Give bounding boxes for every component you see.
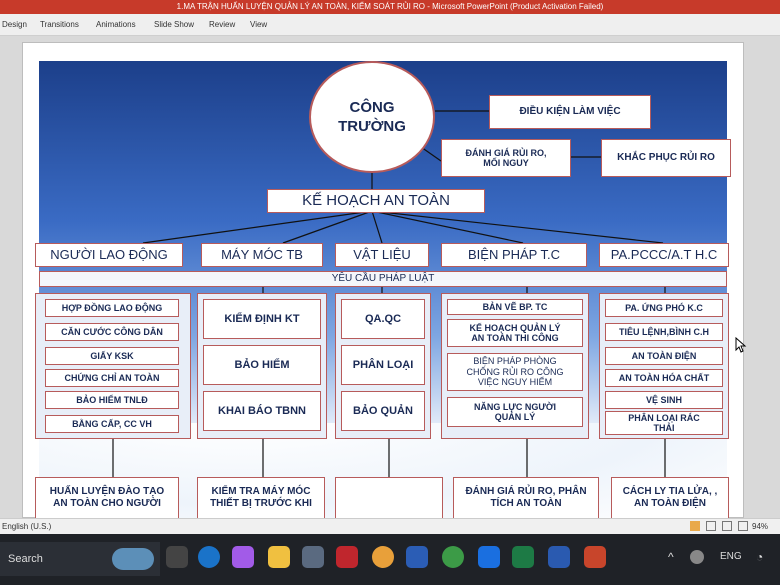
tab-design[interactable]: Design: [2, 20, 27, 29]
category-materials: VẬT LIỆU: [335, 243, 429, 267]
workers-item: HỢP ĐỒNG LAO ĐỘNG: [45, 299, 179, 317]
bottom-box-machinery: KIỂM TRA MÁY MÓC THIẾT BỊ TRƯỚC KHI: [197, 477, 325, 519]
tab-transitions[interactable]: Transitions: [40, 20, 79, 29]
search-highlight-icon: [112, 548, 154, 570]
wifi-icon[interactable]: ◔: [756, 550, 763, 564]
search-label: Search: [8, 553, 43, 565]
fire-safety-item: PA. ỨNG PHÓ K.C: [605, 299, 723, 317]
legal-requirements-bar: YÊU CẦU PHÁP LUẬT: [39, 271, 727, 287]
fire-safety-item: AN TOÀN ĐIỆN: [605, 347, 723, 365]
category-machinery: MÁY MÓC TB: [201, 243, 323, 267]
tab-view[interactable]: View: [250, 20, 267, 29]
reading-view-icon[interactable]: [722, 521, 732, 531]
tab-slideshow[interactable]: Slide Show: [154, 20, 194, 29]
status-bar: English (U.S.) 94%: [0, 518, 780, 534]
teams-icon[interactable]: [406, 546, 428, 568]
slideshow-view-icon[interactable]: [738, 521, 748, 531]
mcafee-icon[interactable]: [336, 546, 358, 568]
app-icon[interactable]: [442, 546, 464, 568]
workers-item: CHỨNG CHỈ AN TOÀN: [45, 369, 179, 387]
chrome-icon[interactable]: [372, 546, 394, 568]
methods-item: BẢN VẼ BP. TC: [447, 299, 583, 315]
store-icon[interactable]: [302, 546, 324, 568]
machinery-item: KHAI BÁO TBNN: [203, 391, 321, 431]
fire-safety-item: TIÊU LỆNH,BÌNH C.H: [605, 323, 723, 341]
edge-icon[interactable]: [198, 546, 220, 568]
copilot-icon[interactable]: [232, 546, 254, 568]
workers-item: BẢO HIỂM TNLĐ: [45, 391, 179, 409]
tab-animations[interactable]: Animations: [96, 20, 136, 29]
risk-remedy-box: KHẮC PHỤC RỦI RO: [601, 139, 731, 177]
cloud-icon[interactable]: [690, 550, 704, 564]
file-explorer-icon[interactable]: [268, 546, 290, 568]
powerpoint-icon[interactable]: [584, 546, 606, 568]
category-workers: NGƯỜI LAO ĐỘNG: [35, 243, 183, 267]
methods-item: BIỆN PHÁP PHÒNG CHỐNG RỦI RO CÔNG VIỆC N…: [447, 353, 583, 391]
methods-item: KẾ HOẠCH QUẢN LÝ AN TOÀN THI CÔNG: [447, 319, 583, 347]
language-switch[interactable]: ENG: [720, 551, 742, 562]
materials-item: PHÂN LOẠI: [341, 345, 425, 385]
word-icon[interactable]: [548, 546, 570, 568]
task-view-icon[interactable]: [166, 546, 188, 568]
language-indicator[interactable]: English (U.S.): [2, 522, 51, 531]
root-node: CÔNG TRƯỜNG: [309, 61, 435, 173]
chevron-up-icon[interactable]: ^: [668, 550, 674, 564]
window-title: 1.MA TRẬN HUẤN LUYỆN QUẢN LÝ AN TOÀN, KI…: [0, 0, 780, 14]
ribbon-tabs: Design Transitions Animations Slide Show…: [0, 14, 780, 36]
slide-sorter-icon[interactable]: [706, 521, 716, 531]
workers-item: CĂN CƯỚC CÔNG DÂN: [45, 323, 179, 341]
working-conditions-box: ĐIỀU KIỆN LÀM VIỆC: [489, 95, 651, 129]
normal-view-icon[interactable]: [690, 521, 700, 531]
category-methods: BIỆN PHÁP T.C: [441, 243, 587, 267]
taskbar: Search ^ ENG ◔: [0, 534, 780, 585]
bottom-box-fire-safety: CÁCH LY TIA LỬA, , AN TOÀN ĐIỆN: [611, 477, 729, 519]
slide-canvas[interactable]: CÔNG TRƯỜNG ĐIỀU KIỆN LÀM VIỆC ĐÁNH GIÁ …: [22, 42, 747, 519]
fire-safety-item: PHÂN LOẠI RÁC THẢI: [605, 411, 723, 435]
methods-item: NĂNG LỰC NGƯỜI QUẢN LÝ: [447, 397, 583, 427]
materials-item: QA.QC: [341, 299, 425, 339]
bottom-box-workers: HUẤN LUYỆN ĐÀO TẠO AN TOÀN CHO NGƯỜI: [35, 477, 179, 519]
fire-safety-item: AN TOÀN HÓA CHẤT: [605, 369, 723, 387]
machinery-item: KIỂM ĐỊNH KT: [203, 299, 321, 339]
tab-review[interactable]: Review: [209, 20, 235, 29]
zalo-icon[interactable]: [478, 546, 500, 568]
slide-workspace: CÔNG TRƯỜNG ĐIỀU KIỆN LÀM VIỆC ĐÁNH GIÁ …: [0, 36, 780, 519]
materials-item: BẢO QUẢN: [341, 391, 425, 431]
safety-plan-box: KẾ HOẠCH AN TOÀN: [267, 189, 485, 213]
search-box[interactable]: Search: [0, 542, 160, 576]
bottom-box-methods: ĐÁNH GIÁ RỦI RO, PHÂN TÍCH AN TOÀN: [453, 477, 599, 519]
fire-safety-item: VỆ SINH: [605, 391, 723, 409]
workers-item: BẰNG CẤP, CC VH: [45, 415, 179, 433]
workers-item: GIẤY KSK: [45, 347, 179, 365]
excel-icon[interactable]: [512, 546, 534, 568]
risk-assessment-box: ĐÁNH GIÁ RỦI RO, MỐI NGUY: [441, 139, 571, 177]
zoom-level[interactable]: 94%: [752, 522, 768, 531]
mouse-cursor-icon: [735, 337, 747, 353]
category-fire-safety: PA.PCCC/A.T H.C: [599, 243, 729, 267]
bottom-box-materials: [335, 477, 443, 519]
machinery-item: BẢO HIỂM: [203, 345, 321, 385]
